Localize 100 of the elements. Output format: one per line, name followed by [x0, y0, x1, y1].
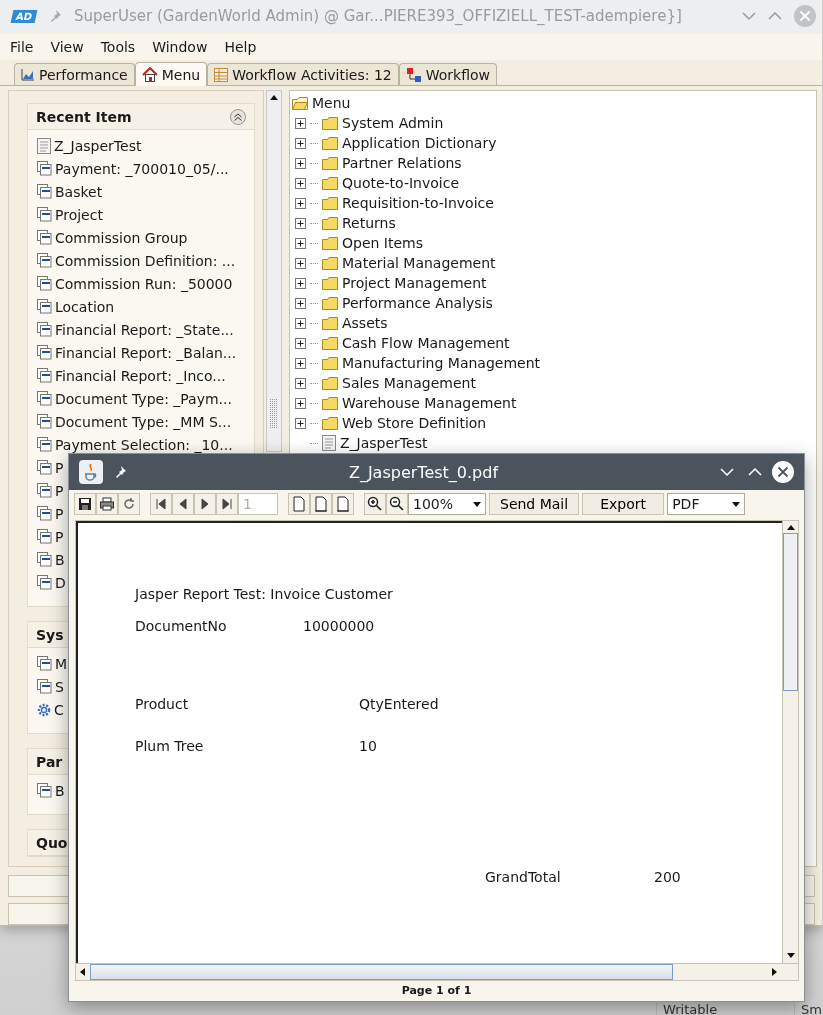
- recent-item[interactable]: B: [55, 551, 65, 568]
- recent-item[interactable]: P: [55, 482, 64, 499]
- scroll-grip[interactable]: [270, 399, 278, 429]
- tree-item[interactable]: Project Management: [342, 275, 487, 291]
- document-icon: [322, 435, 336, 451]
- expand-icon[interactable]: [295, 377, 306, 389]
- tree-item[interactable]: Quote-to-Invoice: [342, 175, 460, 191]
- scroll-up-icon[interactable]: [270, 93, 278, 101]
- tab[interactable]: Performance: [14, 63, 135, 85]
- menubar-entry[interactable]: Window: [152, 39, 208, 55]
- menubar-entry[interactable]: File: [10, 39, 34, 55]
- recent-item[interactable]: P: [55, 528, 64, 545]
- java-icon[interactable]: [79, 460, 103, 484]
- recent-item[interactable]: C: [54, 701, 64, 718]
- tree-item[interactable]: Requisition-to-Invoice: [342, 195, 494, 211]
- format-dropdown[interactable]: PDF: [667, 493, 746, 515]
- tree-item[interactable]: System Admin: [342, 115, 444, 131]
- expand-icon[interactable]: [295, 217, 306, 229]
- tree-item[interactable]: Z_JasperTest: [340, 435, 428, 451]
- tree-item[interactable]: Menu: [312, 95, 351, 111]
- recent-item[interactable]: Location: [55, 298, 115, 315]
- recent-item[interactable]: Financial Report: _State...: [55, 321, 234, 338]
- recent-item[interactable]: Commission Group: [55, 229, 188, 246]
- recent-item[interactable]: P: [55, 505, 64, 522]
- dropdown-icon[interactable]: [732, 500, 741, 508]
- close-icon[interactable]: [772, 461, 794, 483]
- scroll-thumb[interactable]: [90, 964, 673, 980]
- refresh-button[interactable]: [118, 493, 140, 515]
- recent-item[interactable]: Payment Selection: _10...: [55, 436, 233, 453]
- zoom-dropdown[interactable]: 100%: [408, 493, 486, 515]
- expand-icon[interactable]: [295, 317, 306, 329]
- expand-icon[interactable]: [295, 177, 306, 189]
- fit-page-button[interactable]: [332, 493, 354, 515]
- scroll-thumb[interactable]: [783, 533, 798, 691]
- recent-item[interactable]: Commission Run: _50000: [55, 275, 233, 292]
- tab[interactable]: Workflow: [398, 63, 498, 85]
- tree-item[interactable]: Sales Management: [342, 375, 476, 391]
- expand-icon[interactable]: [295, 197, 306, 209]
- tree-item[interactable]: Material Management: [342, 255, 496, 271]
- tab[interactable]: Workflow Activities: 12: [207, 63, 399, 85]
- menubar-entry[interactable]: View: [50, 39, 84, 55]
- recent-item[interactable]: D: [55, 574, 66, 591]
- recent-item[interactable]: Z_JasperTest: [54, 137, 142, 154]
- recent-item[interactable]: Document Type: _Paym...: [55, 390, 232, 407]
- tree-item[interactable]: Warehouse Management: [342, 395, 517, 411]
- recent-item[interactable]: Document Type: _MM S...: [55, 413, 232, 430]
- tree-item[interactable]: Cash Flow Management: [342, 335, 510, 351]
- recent-item[interactable]: Basket: [55, 183, 103, 200]
- print-button[interactable]: [96, 493, 118, 515]
- collapse-icon[interactable]: [230, 108, 246, 125]
- recent-item[interactable]: B: [55, 782, 65, 799]
- single-page-button[interactable]: [288, 493, 310, 515]
- panel-title: Par: [36, 753, 63, 770]
- expand-icon[interactable]: [295, 337, 306, 349]
- recent-item[interactable]: P: [55, 459, 64, 476]
- tree-item[interactable]: Partner Relations: [342, 155, 462, 171]
- expand-icon[interactable]: [295, 237, 306, 249]
- zoom-out-button[interactable]: [386, 493, 408, 515]
- recent-item[interactable]: M: [55, 655, 68, 672]
- scroll-right-icon[interactable]: [770, 968, 778, 976]
- recent-item[interactable]: Financial Report: _Inco...: [55, 367, 226, 384]
- expand-icon[interactable]: [295, 157, 306, 169]
- expand-icon[interactable]: [295, 137, 306, 149]
- zoom-in-button[interactable]: [364, 493, 386, 515]
- scroll-left-icon[interactable]: [79, 968, 87, 976]
- toolbar-button[interactable]: Export: [582, 493, 665, 515]
- tree-item[interactable]: Web Store Definition: [342, 415, 487, 431]
- previous-page-button[interactable]: [172, 493, 194, 515]
- tree-item[interactable]: Returns: [342, 215, 396, 231]
- recent-item[interactable]: S: [55, 678, 64, 695]
- scroll-down-icon[interactable]: [786, 951, 795, 959]
- toolbar-button[interactable]: Send Mail: [489, 493, 580, 515]
- menubar-entry[interactable]: Help: [224, 39, 257, 55]
- expand-icon[interactable]: [295, 297, 306, 309]
- next-page-button[interactable]: [194, 493, 216, 515]
- tree-item[interactable]: Application Dictionary: [342, 135, 497, 151]
- tree-item[interactable]: Performance Analysis: [342, 295, 493, 311]
- report-value: 10000000: [303, 618, 376, 634]
- menubar-entry[interactable]: Tools: [100, 39, 136, 55]
- last-page-button[interactable]: [216, 493, 238, 515]
- scroll-up-icon[interactable]: [786, 523, 795, 531]
- recent-item[interactable]: Financial Report: _Balan...: [55, 344, 237, 361]
- recent-item[interactable]: Project: [55, 206, 103, 223]
- expand-icon[interactable]: [295, 117, 306, 129]
- expand-icon[interactable]: [295, 277, 306, 289]
- recent-item[interactable]: Commission Definition: ...: [55, 252, 236, 269]
- first-page-button[interactable]: [150, 493, 172, 515]
- tree-item[interactable]: Manufacturing Management: [342, 355, 541, 371]
- folder-icon: [322, 316, 338, 330]
- expand-icon[interactable]: [295, 397, 306, 409]
- recent-item[interactable]: Payment: _700010_05/...: [55, 160, 229, 177]
- expand-icon[interactable]: [295, 257, 306, 269]
- dropdown-icon[interactable]: [473, 500, 481, 508]
- save-button[interactable]: [74, 493, 96, 515]
- tab[interactable]: Menu: [134, 62, 208, 86]
- expand-icon[interactable]: [295, 357, 306, 369]
- tree-item[interactable]: Open Items: [342, 235, 423, 251]
- expand-icon[interactable]: [295, 417, 306, 429]
- tree-item[interactable]: Assets: [342, 315, 388, 331]
- fit-width-button[interactable]: [310, 493, 332, 515]
